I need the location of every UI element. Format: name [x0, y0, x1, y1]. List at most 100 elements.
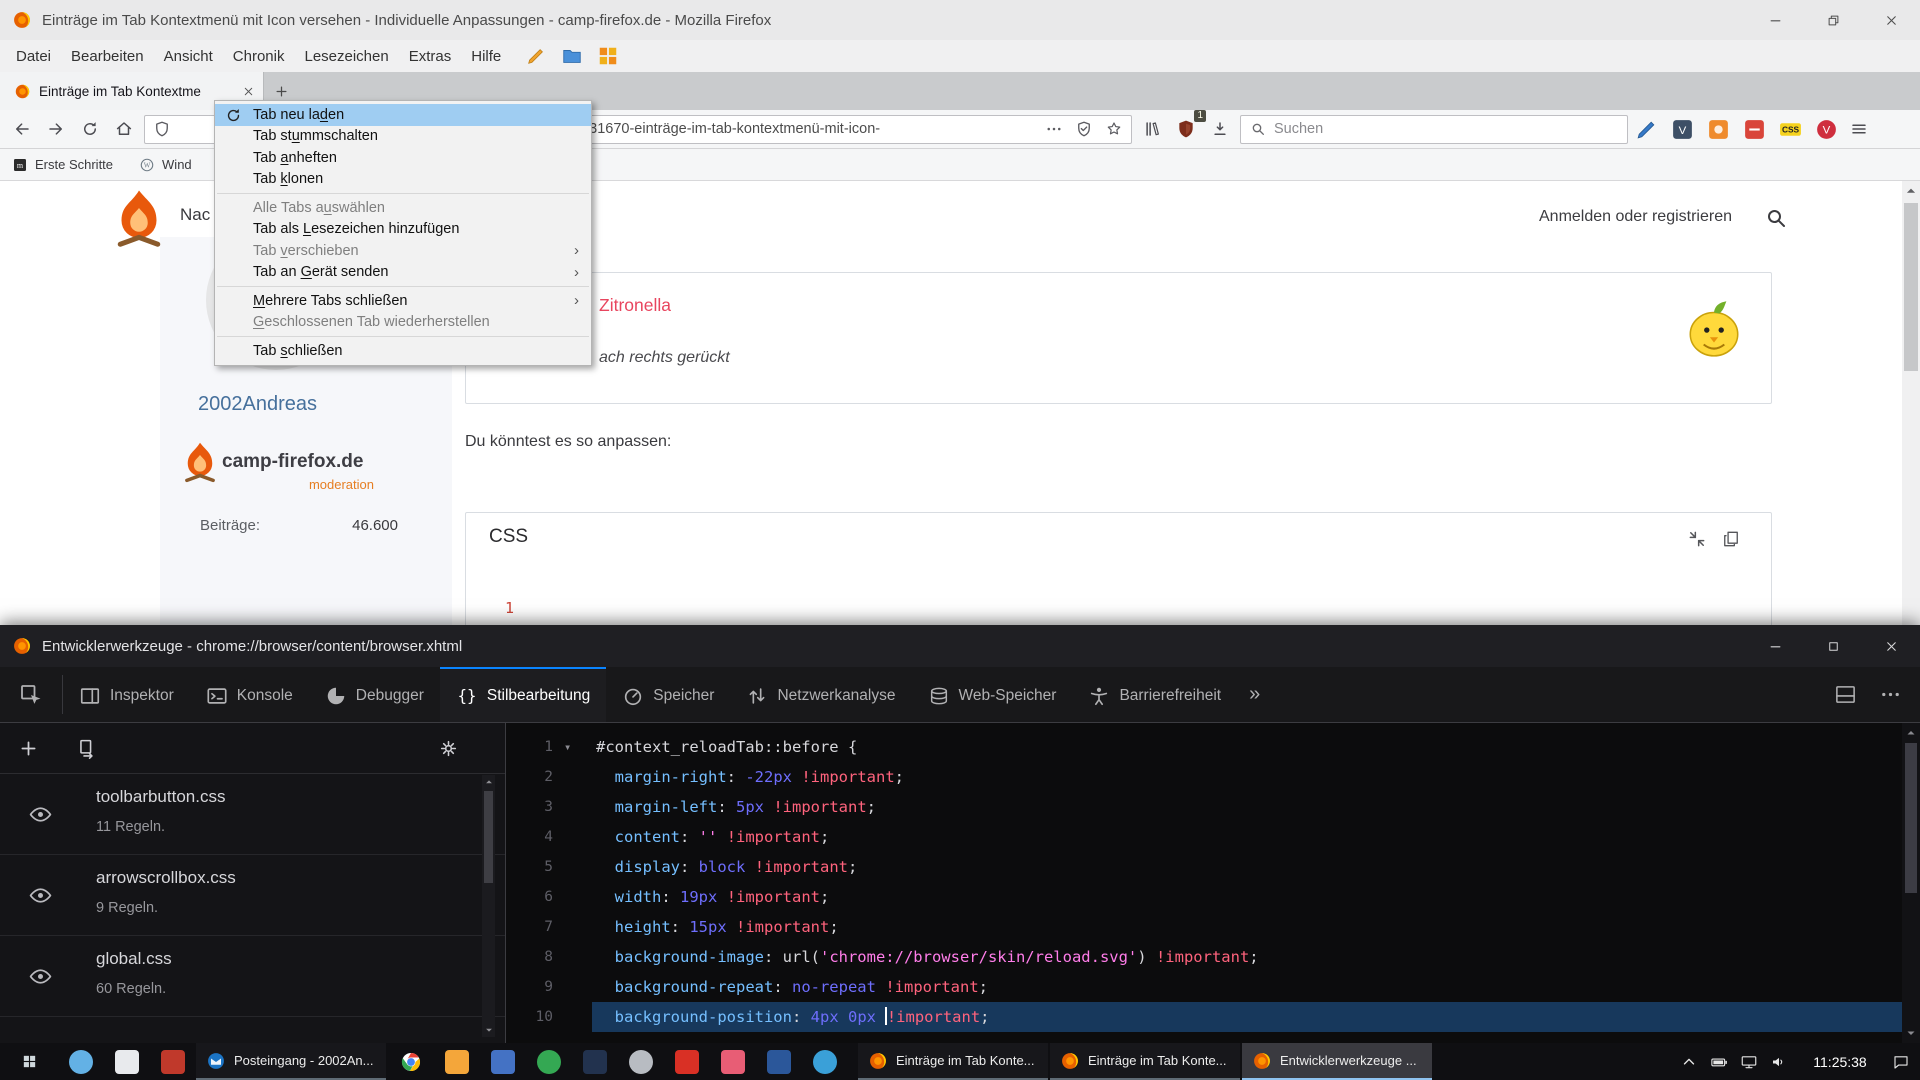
- stylesheet-item-arrowscrollbox-css[interactable]: arrowscrollbox.css 9 Regeln.: [0, 855, 505, 936]
- scrollbar-thumb[interactable]: [484, 791, 493, 883]
- taskbar-button-eintr-ge-im-tab-konte[interactable]: Einträge im Tab Konte...: [858, 1043, 1048, 1080]
- scroll-down-icon[interactable]: [1905, 1027, 1917, 1039]
- devtools-tab-web-speicher[interactable]: Web-Speicher: [912, 667, 1073, 722]
- split-console-icon[interactable]: [1834, 683, 1857, 706]
- visibility-toggle-icon[interactable]: [28, 883, 53, 908]
- taskbar-pinned-mid-2[interactable]: [480, 1043, 526, 1080]
- tray-expand-button[interactable]: [1674, 1053, 1704, 1071]
- start-button[interactable]: [0, 1043, 58, 1080]
- apps-grid-icon[interactable]: [597, 45, 619, 67]
- menubar-item-lesezeichen[interactable]: Lesezeichen: [294, 48, 398, 65]
- devtools-tab-stilbearbeitung[interactable]: {} Stilbearbeitung: [440, 667, 606, 722]
- style-editor[interactable]: 1 ▾ #context_reloadTab::before { 2 margi…: [506, 723, 1920, 1043]
- editor-line-2[interactable]: 2 margin-right: -22px !important;: [506, 762, 1902, 792]
- menubar-item-datei[interactable]: Datei: [6, 48, 61, 65]
- devtools-menu-icon[interactable]: [1879, 683, 1902, 706]
- editor-line-6[interactable]: 6 width: 19px !important;: [506, 882, 1902, 912]
- copy-code-icon[interactable]: [1721, 529, 1741, 549]
- visibility-toggle-icon[interactable]: [28, 802, 53, 827]
- context-menu-item-tab-als-lesezeichen-hinzuf-gen[interactable]: Tab als Lesezeichen hinzufügen: [215, 219, 591, 241]
- tracking-protection-shield-icon[interactable]: [153, 120, 171, 138]
- taskbar-pinned-mid-9[interactable]: [802, 1043, 848, 1080]
- scroll-up-icon[interactable]: [484, 777, 494, 787]
- context-menu-item-alle-tabs-ausw-hlen[interactable]: Alle Tabs auswählen: [215, 197, 591, 219]
- editor-line-3[interactable]: 3 margin-left: 5px !important;: [506, 792, 1902, 822]
- stylesheet-item-global-css[interactable]: global.css 60 Regeln.: [0, 936, 505, 1017]
- editor-line-8[interactable]: 8 background-image: url('chrome://browse…: [506, 942, 1902, 972]
- taskbar-button-entwicklerwerkzeuge[interactable]: Entwicklerwerkzeuge ...: [1242, 1043, 1432, 1080]
- maximize-button[interactable]: [1804, 0, 1862, 40]
- volume-indicator[interactable]: [1764, 1053, 1794, 1071]
- editor-line-7[interactable]: 7 height: 15px !important;: [506, 912, 1902, 942]
- tab-close-icon[interactable]: [242, 85, 255, 98]
- fold-arrow-icon[interactable]: ▾: [564, 732, 571, 762]
- network-indicator[interactable]: [1734, 1053, 1764, 1071]
- taskbar-pinned-mid-4[interactable]: [572, 1043, 618, 1080]
- editor-line-1[interactable]: 1 ▾ #context_reloadTab::before {: [506, 732, 1902, 762]
- context-menu-item-geschlossenen-tab-wiederherstellen[interactable]: Geschlossenen Tab wiederherstellen: [215, 312, 591, 334]
- reload-button[interactable]: [76, 115, 104, 143]
- page-search-icon[interactable]: [1764, 206, 1788, 230]
- taskbar-pinned-mid-6[interactable]: [664, 1043, 710, 1080]
- devtools-close-button[interactable]: [1862, 625, 1920, 667]
- pane-scrollbar[interactable]: [482, 775, 495, 1037]
- action-center-button[interactable]: [1886, 1053, 1916, 1071]
- forward-button[interactable]: [42, 115, 70, 143]
- taskbar-pinned-mid-7[interactable]: [710, 1043, 756, 1080]
- devtools-tab-speicher[interactable]: Speicher: [606, 667, 730, 722]
- more-tabs-button[interactable]: »: [1237, 667, 1272, 722]
- ext-v-circle-icon[interactable]: V: [1814, 117, 1839, 142]
- new-stylesheet-icon[interactable]: [18, 738, 39, 759]
- scrollbar-thumb[interactable]: [1904, 203, 1918, 371]
- devtools-tab-debugger[interactable]: Debugger: [309, 667, 440, 722]
- minimize-button[interactable]: [1746, 0, 1804, 40]
- protection-ok-icon[interactable]: [1075, 120, 1093, 138]
- clock[interactable]: 11:25:38: [1794, 1054, 1886, 1070]
- bookmark-item-wind[interactable]: W Wind: [139, 157, 192, 173]
- taskbar-pinned-mid-1[interactable]: [434, 1043, 480, 1080]
- stylesheet-item-toolbarbutton-css[interactable]: toolbarbutton.css 11 Regeln.: [0, 774, 505, 855]
- scroll-up-icon[interactable]: [1904, 184, 1918, 198]
- bookmark-item-erste-schritte[interactable]: m Erste Schritte: [12, 157, 113, 173]
- editor-line-5[interactable]: 5 display: block !important;: [506, 852, 1902, 882]
- taskbar-pinned-left-2[interactable]: [150, 1043, 196, 1080]
- taskbar-pinned-mid-8[interactable]: [756, 1043, 802, 1080]
- ublock-button[interactable]: 1: [1172, 115, 1200, 143]
- context-menu-item-tab-neu-laden[interactable]: Tab neu laden: [215, 104, 591, 126]
- ext-v-tile-icon[interactable]: V: [1670, 117, 1695, 142]
- gear-icon[interactable]: [438, 738, 459, 759]
- search-bar[interactable]: Suchen: [1240, 115, 1628, 144]
- scroll-down-icon[interactable]: [484, 1025, 494, 1035]
- devtools-tab-konsole[interactable]: Konsole: [190, 667, 309, 722]
- menubar-item-chronik[interactable]: Chronik: [223, 48, 295, 65]
- back-button[interactable]: [8, 115, 36, 143]
- downloads-button[interactable]: [1206, 115, 1234, 143]
- collapse-code-icon[interactable]: [1687, 529, 1707, 549]
- import-stylesheet-icon[interactable]: [77, 738, 98, 759]
- devtools-tab-inspektor[interactable]: Inspektor: [63, 667, 190, 722]
- editor-scrollbar[interactable]: [1902, 723, 1920, 1043]
- taskbar-button-eintr-ge-im-tab-konte[interactable]: Einträge im Tab Konte...: [1050, 1043, 1240, 1080]
- devtools-minimize-button[interactable]: [1746, 625, 1804, 667]
- taskbar-pinned-mid-5[interactable]: [618, 1043, 664, 1080]
- library-button[interactable]: [1138, 115, 1166, 143]
- context-menu-item-tab-stummschalten[interactable]: Tab stummschalten: [215, 126, 591, 148]
- editor-line-4[interactable]: 4 content: '' !important;: [506, 822, 1902, 852]
- menubar-item-extras[interactable]: Extras: [399, 48, 462, 65]
- ext-red-icon[interactable]: [1742, 117, 1767, 142]
- context-menu-item-mehrere-tabs-schlie-en[interactable]: Mehrere Tabs schließen ›: [215, 290, 591, 312]
- site-nav-text[interactable]: Nac: [180, 205, 210, 225]
- ext-pencil-icon[interactable]: [1634, 117, 1659, 142]
- taskbar-pinned-mid-0[interactable]: [388, 1043, 434, 1080]
- page-scrollbar[interactable]: [1902, 181, 1920, 625]
- menubar-item-bearbeiten[interactable]: Bearbeiten: [61, 48, 154, 65]
- username-link[interactable]: 2002Andreas: [198, 393, 317, 416]
- taskbar-pinned-left-0[interactable]: [58, 1043, 104, 1080]
- taskbar-pinned-mid-3[interactable]: [526, 1043, 572, 1080]
- context-menu-item-tab-verschieben[interactable]: Tab verschieben ›: [215, 240, 591, 262]
- context-menu-item-tab-schlie-en[interactable]: Tab schließen: [215, 340, 591, 362]
- context-menu-item-tab-an-ger-t-senden[interactable]: Tab an Gerät senden ›: [215, 262, 591, 284]
- folder-icon[interactable]: [561, 45, 583, 67]
- menubar-item-ansicht[interactable]: Ansicht: [154, 48, 223, 65]
- visibility-toggle-icon[interactable]: [28, 964, 53, 989]
